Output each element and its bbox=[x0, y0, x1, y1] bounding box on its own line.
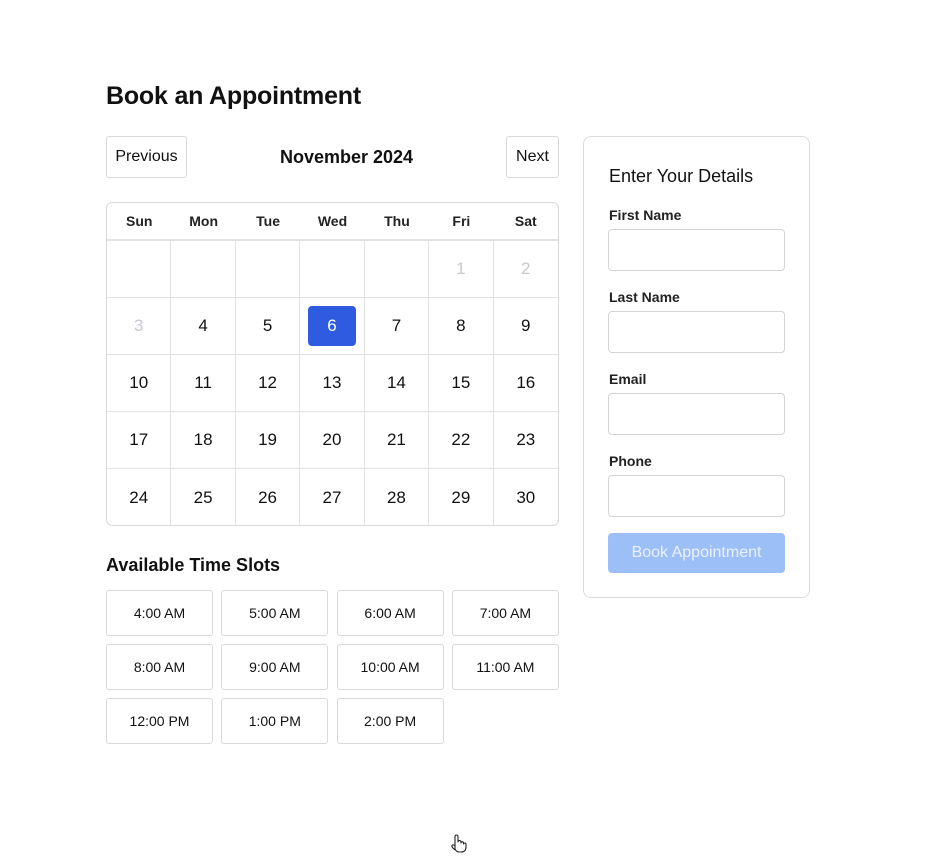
weekday-tue: Tue bbox=[256, 213, 280, 229]
book-appointment-button[interactable]: Book Appointment bbox=[608, 533, 785, 573]
day-cell[interactable]: 7 bbox=[364, 298, 430, 355]
empty-day-cell bbox=[171, 241, 236, 298]
time-slot-button[interactable]: 10:00 AM bbox=[336, 644, 444, 690]
phone-label: Phone bbox=[609, 453, 652, 469]
day-cell[interactable]: 24 bbox=[107, 469, 172, 525]
day-cell[interactable]: 4 bbox=[171, 298, 236, 355]
time-slots-title: Available Time Slots bbox=[106, 555, 281, 575]
day-cell[interactable]: 8 bbox=[429, 298, 494, 355]
day-cell[interactable]: 28 bbox=[365, 469, 430, 525]
calendar-days: 1 2 3 4 5 6 7 8 9 10 11 12 13 14 15 16 17 18 19 20 21 22 23 24 2… bbox=[107, 241, 558, 525]
empty-day-cell bbox=[364, 241, 430, 298]
day-cell[interactable]: 12 bbox=[235, 355, 301, 412]
next-month-button[interactable]: Next bbox=[506, 136, 559, 178]
month-label: November 2024 bbox=[279, 147, 414, 167]
day-cell[interactable]: 6 bbox=[300, 298, 365, 355]
day-cell[interactable]: 25 bbox=[171, 469, 236, 525]
day-cell[interactable]: 16 bbox=[493, 355, 558, 412]
day-cell[interactable]: 30 bbox=[494, 469, 558, 525]
weekday-header: Sun Mon Tue Wed Thu Fri Sat bbox=[107, 203, 558, 241]
weekday-thu: Thu bbox=[384, 213, 410, 229]
last-name-input[interactable] bbox=[608, 311, 785, 353]
empty-day-cell bbox=[107, 241, 172, 298]
day-cell: 3 bbox=[107, 298, 172, 355]
day-cell[interactable]: 29 bbox=[429, 469, 494, 525]
page-title: Book an Appointment bbox=[106, 82, 361, 110]
first-name-label: First Name bbox=[609, 207, 682, 223]
details-title: Enter Your Details bbox=[609, 166, 754, 186]
time-slot-button[interactable]: 11:00 AM bbox=[451, 644, 559, 690]
time-slot-button[interactable]: 1:00 PM bbox=[221, 698, 329, 744]
day-cell[interactable]: 9 bbox=[493, 298, 558, 355]
time-slot-button[interactable]: 8:00 AM bbox=[106, 644, 213, 690]
first-name-input[interactable] bbox=[608, 229, 785, 271]
selected-day[interactable]: 6 bbox=[307, 306, 356, 346]
weekday-wed: Wed bbox=[317, 213, 348, 229]
time-slot-button[interactable]: 7:00 AM bbox=[451, 590, 559, 636]
day-cell: 2 bbox=[493, 241, 558, 298]
weekday-sun: Sun bbox=[125, 213, 153, 229]
empty-day-cell bbox=[300, 241, 365, 298]
time-slot-button[interactable]: 4:00 AM bbox=[106, 590, 213, 636]
email-label: Email bbox=[609, 371, 647, 387]
time-slots-grid: 4:00 AM 5:00 AM 6:00 AM 7:00 AM 8:00 AM 9:00 … bbox=[106, 590, 559, 744]
time-slot-button[interactable]: 6:00 AM bbox=[336, 590, 444, 636]
empty-day-cell bbox=[235, 241, 301, 298]
day-cell[interactable]: 20 bbox=[300, 412, 365, 469]
weekday-fri: Fri bbox=[452, 213, 471, 229]
weekday-mon: Mon bbox=[189, 213, 219, 229]
day-cell[interactable]: 26 bbox=[236, 469, 301, 525]
time-slot-button[interactable]: 9:00 AM bbox=[221, 644, 329, 690]
phone-input[interactable] bbox=[608, 475, 785, 517]
day-cell[interactable]: 5 bbox=[235, 298, 301, 355]
time-slot-button[interactable]: 2:00 PM bbox=[336, 698, 444, 744]
time-slot-button[interactable]: 12:00 PM bbox=[106, 698, 213, 744]
day-cell[interactable]: 13 bbox=[300, 355, 365, 412]
day-cell[interactable]: 19 bbox=[235, 412, 301, 469]
day-cell[interactable]: 23 bbox=[493, 412, 558, 469]
day-cell[interactable]: 14 bbox=[364, 355, 430, 412]
day-cell[interactable]: 22 bbox=[429, 412, 494, 469]
day-cell[interactable]: 18 bbox=[171, 412, 236, 469]
previous-month-button[interactable]: Previous bbox=[106, 136, 187, 178]
day-cell[interactable]: 17 bbox=[107, 412, 172, 469]
email-input[interactable] bbox=[608, 393, 785, 435]
hand-pointer-icon bbox=[451, 834, 467, 853]
time-slot-button[interactable]: 5:00 AM bbox=[221, 590, 329, 636]
day-cell: 1 bbox=[429, 241, 494, 298]
last-name-label: Last Name bbox=[609, 289, 680, 305]
calendar-grid: Sun Mon Tue Wed Thu Fri Sat 1 2 3 4 5 6 7 8 9 10 1… bbox=[106, 202, 559, 526]
day-cell[interactable]: 15 bbox=[429, 355, 494, 412]
weekday-sat: Sat bbox=[514, 213, 537, 229]
details-panel: Enter Your Details First Name Last Name … bbox=[583, 136, 810, 598]
day-cell[interactable]: 10 bbox=[107, 355, 172, 412]
day-cell[interactable]: 21 bbox=[364, 412, 430, 469]
day-cell[interactable]: 27 bbox=[300, 469, 365, 525]
day-cell[interactable]: 11 bbox=[171, 355, 236, 412]
